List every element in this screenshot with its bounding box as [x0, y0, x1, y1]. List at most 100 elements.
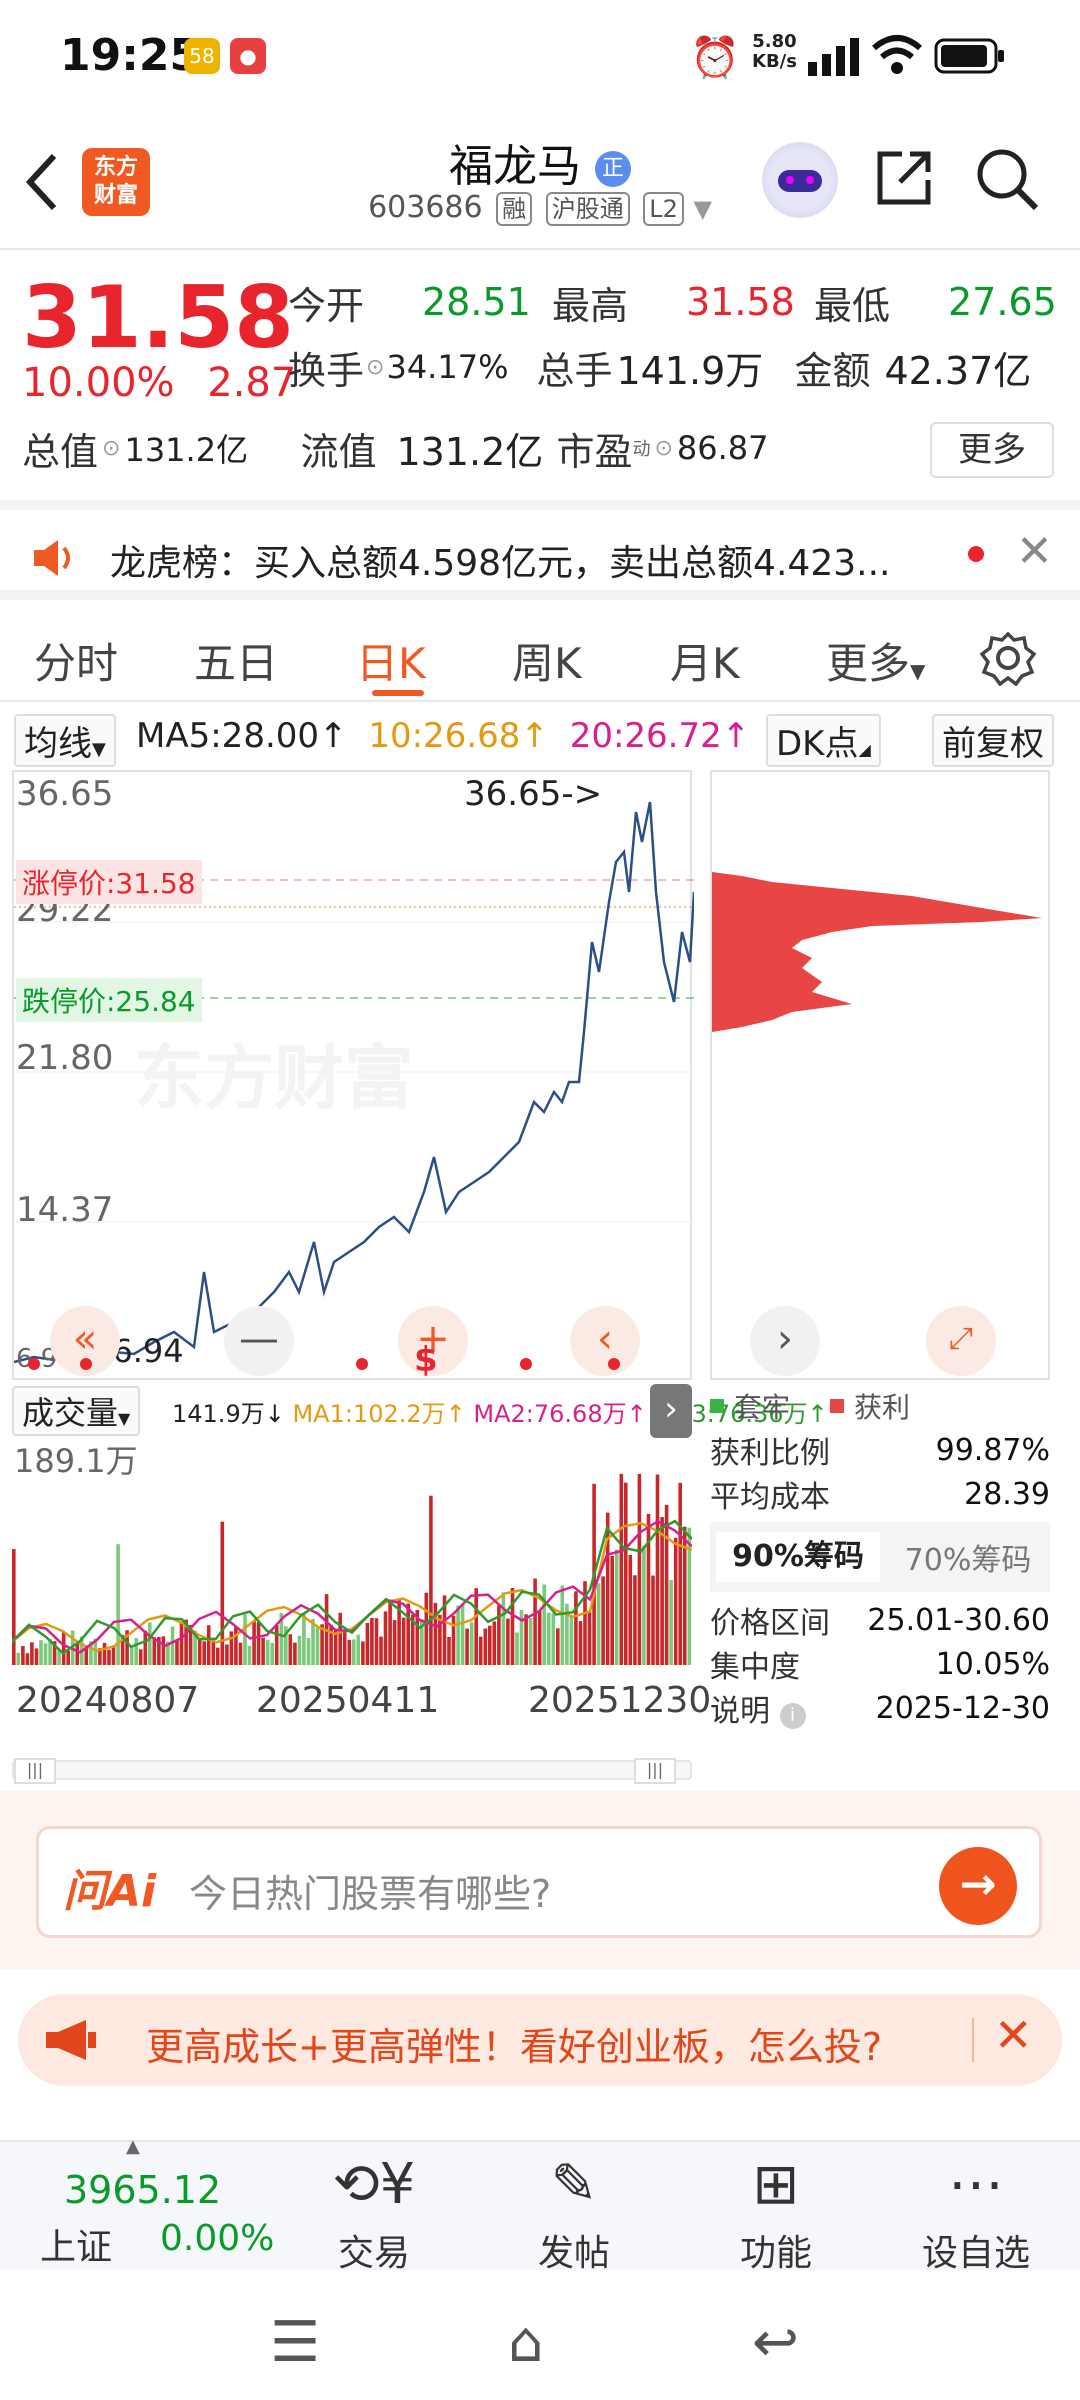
tab-90-chips[interactable]: 90%筹码 [716, 1532, 880, 1582]
index-change[interactable]: 0.00% [160, 2218, 274, 2259]
volume-select[interactable]: 成交量▼ [12, 1386, 141, 1436]
alarm-icon: ⏰ [690, 35, 740, 81]
ai-robot-icon[interactable] [762, 142, 838, 218]
stock-code: 603686 [368, 190, 483, 225]
volume-bar [134, 1638, 138, 1665]
volume-bar [515, 1632, 519, 1665]
y-axis-mid3: 14.37 [16, 1190, 114, 1230]
low-value: 27.65 [948, 280, 1057, 324]
info-icon[interactable]: i [779, 1703, 806, 1729]
prev-icon[interactable]: ‹ [570, 1306, 640, 1376]
volume-bar [596, 1583, 601, 1665]
ai-submit-arrow-icon[interactable]: → [939, 1847, 1017, 1925]
nav-functions[interactable]: ⊞ 功能 [696, 2152, 856, 2276]
share-icon[interactable] [872, 146, 936, 210]
promo-text: 更高成长+更高弹性！看好创业板，怎么投? [146, 2025, 883, 2069]
close-icon[interactable]: ✕ [1016, 526, 1053, 577]
tab-monthly-k[interactable]: 月K [670, 630, 740, 691]
back-nav-icon[interactable]: ↩ [752, 2310, 799, 2375]
volume-chart[interactable]: 189.1万 [12, 1430, 692, 1665]
ma-bar: 均线▼ MA5:28.00↑ 10:26.68↑ 20:26.72↑ DK点◢ … [0, 710, 1080, 767]
dragon-tiger-notice[interactable]: 龙虎榜：买入总额4.598亿元，卖出总额4.423... ✕ [0, 500, 1080, 600]
volume-bar [605, 1512, 610, 1665]
info-icon[interactable]: ⊙ [102, 436, 120, 461]
tab-70-chips[interactable]: 70%筹码 [886, 1535, 1050, 1579]
promo-banner[interactable]: 更高成长+更高弹性！看好创业板，怎么投? ✕ [18, 1994, 1062, 2086]
ai-logo: 问Ai [63, 1866, 157, 1917]
volume-bar [651, 1575, 655, 1665]
index-value[interactable]: 3965.12 [64, 2168, 221, 2212]
volume-bar [456, 1605, 460, 1665]
nav-post[interactable]: ✎ 发帖 [494, 2152, 654, 2276]
open-label: 今开 [288, 283, 365, 328]
scroll-handle-right[interactable]: ||| [634, 1758, 676, 1784]
ai-search-box[interactable]: 问Ai 今日热门股票有哪些? → [36, 1826, 1042, 1938]
info-icon[interactable]: ⊙ [654, 436, 672, 461]
next-icon[interactable]: › [750, 1306, 820, 1376]
menu-icon[interactable]: ☰ [270, 2310, 320, 2375]
volume-max-label: 189.1万 [14, 1442, 138, 1480]
volume-bar [401, 1617, 406, 1665]
timeline-scrollbar[interactable]: ||| ||| [12, 1758, 692, 1784]
expand-icon[interactable]: ⤢ [926, 1306, 996, 1376]
nav-add-watchlist[interactable]: ⋯ 设自选 [896, 2152, 1056, 2276]
close-icon[interactable]: ✕ [994, 2008, 1033, 2062]
dropdown-arrow-icon: ▼ [910, 659, 926, 683]
volume-bar [669, 1580, 673, 1665]
volume-bar [660, 1517, 664, 1665]
chip-svg [712, 872, 1042, 1032]
volume-bar [170, 1626, 175, 1665]
ma-select[interactable]: 均线▼ [14, 714, 116, 767]
app-notify-icon: ● [230, 38, 266, 74]
speaker-icon [34, 540, 70, 576]
volume-select-label: 成交量 [22, 1394, 119, 1432]
volume-bar [315, 1627, 320, 1665]
tab-intraday[interactable]: 分时 [34, 630, 118, 691]
more-button[interactable]: 更多 [930, 422, 1054, 478]
volume-bar [551, 1613, 556, 1665]
volume-bar [483, 1628, 488, 1665]
scroll-handle-left[interactable]: ||| [14, 1758, 56, 1784]
mktcap-value: 131.2亿 [124, 431, 249, 469]
volume-bar [447, 1637, 451, 1665]
volume-bar [216, 1647, 220, 1665]
volume-bar [388, 1599, 392, 1665]
volume-bar [560, 1585, 565, 1665]
dropdown-arrow-icon: ▼ [118, 1409, 131, 1428]
event-dot[interactable] [608, 1358, 620, 1370]
index-name[interactable]: 上证 [40, 2218, 112, 2270]
event-dot[interactable] [80, 1358, 92, 1370]
collapse-arrow-icon[interactable]: ▲ [126, 2136, 140, 2157]
event-dot[interactable] [520, 1358, 532, 1370]
zoom-out-icon[interactable]: — [224, 1306, 294, 1376]
settings-gear-icon[interactable] [980, 630, 1036, 686]
volume-bar [424, 1592, 429, 1665]
kline-chart[interactable]: 36.65 29.22 21.80 14.37 6.94 36.65-> <-6… [12, 770, 694, 1380]
stock-name-text: 福龙马 [449, 141, 581, 192]
tab-daily-k[interactable]: 日K [356, 630, 426, 691]
legend-profit: 获利 [854, 1391, 911, 1424]
dk-point-button[interactable]: DK点◢ [766, 714, 881, 767]
volume-bar [143, 1630, 148, 1665]
volume-bar [610, 1556, 614, 1665]
volume-bar [129, 1647, 134, 1665]
pe-value: 86.87 [676, 429, 769, 467]
tab-more[interactable]: 更多▼ [826, 630, 925, 691]
volume-bar [206, 1625, 211, 1665]
tab-five-day[interactable]: 五日 [194, 630, 278, 691]
volume-bar [556, 1628, 560, 1665]
active-tab-indicator [372, 690, 424, 696]
tab-weekly-k[interactable]: 周K [512, 630, 582, 691]
adjust-button[interactable]: 前复权 [932, 714, 1054, 767]
volume-bar [111, 1645, 116, 1665]
event-dot[interactable] [28, 1358, 40, 1370]
event-dot[interactable] [356, 1358, 368, 1370]
home-icon[interactable]: ⌂ [508, 2310, 544, 2375]
chart-tabs: 分时 五日 日K 周K 月K 更多▼ [0, 610, 1080, 700]
chip-distribution[interactable]: › ⤢ [710, 770, 1050, 1380]
info-icon[interactable]: ⊙ [366, 355, 384, 380]
search-icon[interactable] [974, 146, 1040, 212]
nav-trade[interactable]: ⟲¥ 交易 [294, 2152, 454, 2276]
vol-ma1: MA1:102.2万 [292, 1400, 446, 1428]
vol-ma2: MA2:76.68万 [473, 1400, 627, 1428]
